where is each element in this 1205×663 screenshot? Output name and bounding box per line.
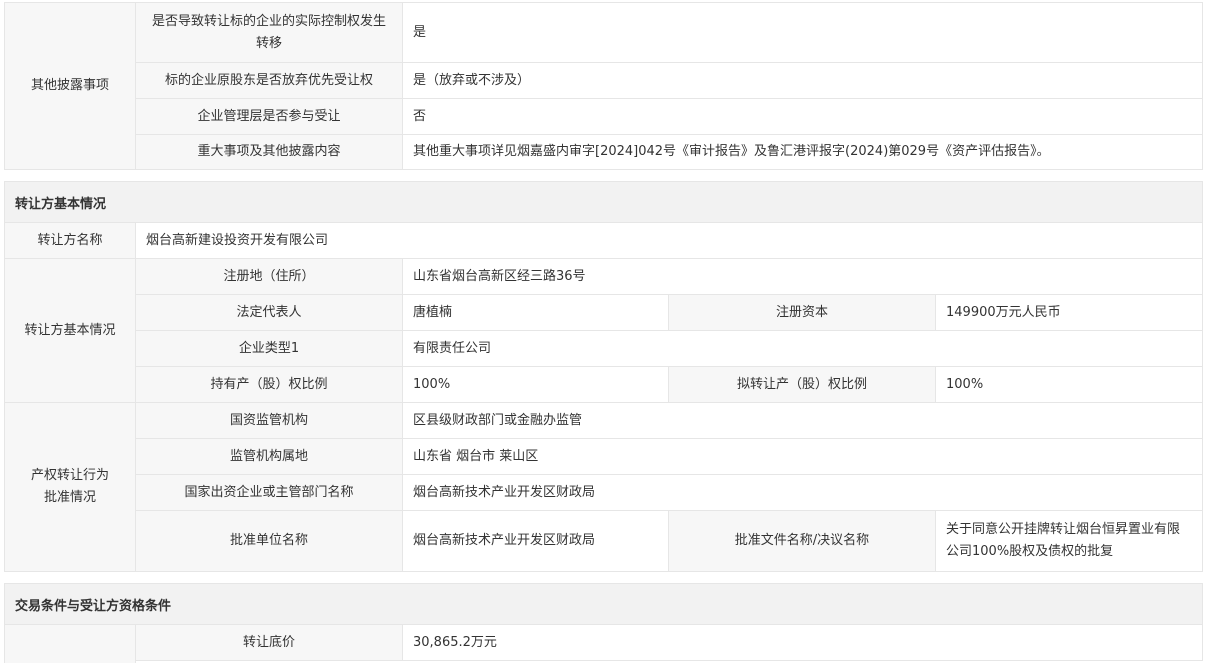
transferor-name-label: 转让方名称 bbox=[4, 222, 136, 259]
approval-group-label: 产权转让行为 批准情况 bbox=[4, 402, 136, 572]
transferor-name-value: 烟台高新建设投资开发有限公司 bbox=[135, 222, 1203, 259]
major-matters-value: 其他重大事项详见烟嘉盛内审字[2024]042号《审计报告》及鲁汇港评报字(20… bbox=[402, 134, 1203, 170]
preemptive-right-label: 标的企业原股东是否放弃优先受让权 bbox=[135, 62, 403, 99]
regulator-label: 国资监管机构 bbox=[135, 402, 403, 439]
control-transfer-value: 是 bbox=[402, 2, 1203, 63]
holding-ratio-value: 100% bbox=[402, 366, 669, 403]
reserve-price-label: 转让底价 bbox=[135, 624, 403, 661]
approval-doc-label: 批准文件名称/决议名称 bbox=[668, 510, 936, 572]
company-type-label: 企业类型1 bbox=[135, 330, 403, 367]
company-type-value: 有限责任公司 bbox=[402, 330, 1203, 367]
legal-rep-label: 法定代表人 bbox=[135, 294, 403, 331]
supervising-dept-value: 烟台高新技术产业开发区财政局 bbox=[402, 474, 1203, 511]
conditions-section-header: 交易条件与受让方资格条件 bbox=[4, 583, 1203, 625]
address-label: 注册地（住所） bbox=[135, 258, 403, 295]
reserve-price-value: 30,865.2万元 bbox=[402, 624, 1203, 661]
regulator-location-value: 山东省 烟台市 莱山区 bbox=[402, 438, 1203, 475]
conditions-group-label bbox=[4, 624, 136, 663]
major-matters-label: 重大事项及其他披露内容 bbox=[135, 134, 403, 170]
approval-doc-value: 关于同意公开挂牌转让烟台恒昇置业有限公司100%股权及债权的批复 bbox=[935, 510, 1203, 572]
approval-unit-value: 烟台高新技术产业开发区财政局 bbox=[402, 510, 669, 572]
registered-capital-label: 注册资本 bbox=[668, 294, 936, 331]
management-participation-value: 否 bbox=[402, 98, 1203, 135]
supervising-dept-label: 国家出资企业或主管部门名称 bbox=[135, 474, 403, 511]
transferor-basic-group-label: 转让方基本情况 bbox=[4, 258, 136, 403]
control-transfer-label: 是否导致转让标的企业的实际控制权发生转移 bbox=[135, 2, 403, 63]
approval-unit-label: 批准单位名称 bbox=[135, 510, 403, 572]
legal-rep-value: 唐植楠 bbox=[402, 294, 669, 331]
management-participation-label: 企业管理层是否参与受让 bbox=[135, 98, 403, 135]
planned-transfer-ratio-value: 100% bbox=[935, 366, 1203, 403]
address-value: 山东省烟台高新区经三路36号 bbox=[402, 258, 1203, 295]
transferor-section-header: 转让方基本情况 bbox=[4, 181, 1203, 223]
registered-capital-value: 149900万元人民币 bbox=[935, 294, 1203, 331]
preemptive-right-value: 是（放弃或不涉及） bbox=[402, 62, 1203, 99]
regulator-value: 区县级财政部门或金融办监管 bbox=[402, 402, 1203, 439]
other-disclosure-group-label: 其他披露事项 bbox=[4, 2, 136, 170]
planned-transfer-ratio-label: 拟转让产（股）权比例 bbox=[668, 366, 936, 403]
holding-ratio-label: 持有产（股）权比例 bbox=[135, 366, 403, 403]
regulator-location-label: 监管机构属地 bbox=[135, 438, 403, 475]
